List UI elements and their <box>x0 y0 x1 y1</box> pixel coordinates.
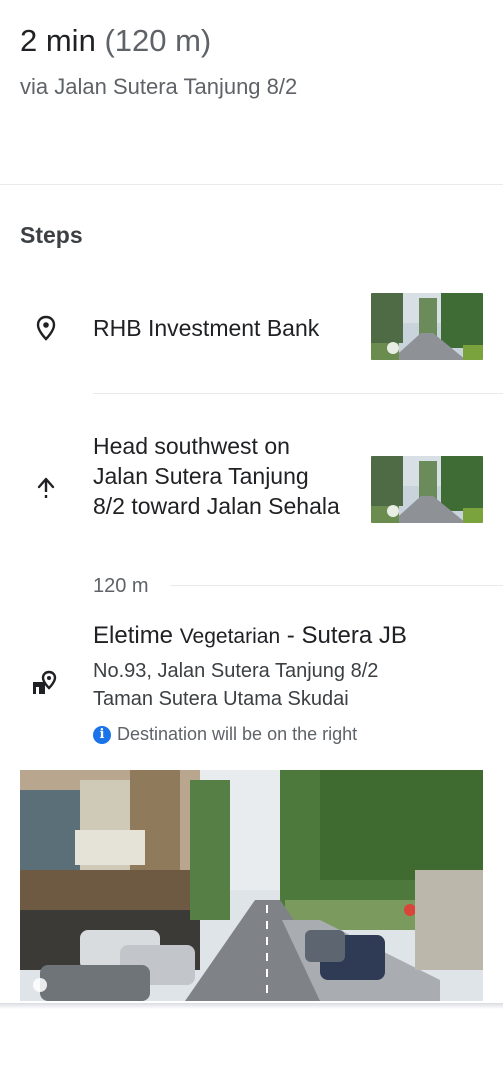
street-view-thumbnail[interactable] <box>371 293 483 360</box>
destination-note: i Destination will be on the right <box>93 724 357 745</box>
divider <box>93 393 503 394</box>
route-summary: 2 min (120 m) via Jalan Sutera Tanjung 8… <box>20 22 297 100</box>
step-instruction[interactable]: Head southwest on Jalan Sutera Tanjung 8… <box>93 431 343 521</box>
destination-name-part: Eletime <box>93 622 174 649</box>
route-via: via Jalan Sutera Tanjung 8/2 <box>20 74 298 99</box>
destination-flag-icon <box>31 670 61 701</box>
destination-name-part: - Sutera JB <box>286 622 407 649</box>
arrow-up-icon <box>37 477 55 508</box>
street-view-thumbnail[interactable] <box>371 456 483 523</box>
address-line: No.93, Jalan Sutera Tanjung 8/2 <box>93 660 379 682</box>
bottom-sheet-edge <box>0 1003 503 1009</box>
destination-address: No.93, Jalan Sutera Tanjung 8/2 Taman Su… <box>93 657 378 713</box>
destination-note-text: Destination will be on the right <box>117 724 358 744</box>
info-icon: i <box>93 725 111 744</box>
address-line: Taman Sutera Utama Skudai <box>93 688 349 710</box>
step-distance: 120 m <box>93 575 149 597</box>
steps-heading: Steps <box>20 222 83 248</box>
distance-value: (120 m) <box>104 23 212 58</box>
route-duration: 2 min (120 m) <box>20 22 297 60</box>
duration-value: 2 min <box>20 23 96 58</box>
divider <box>0 184 503 185</box>
location-pin-icon <box>34 315 58 346</box>
street-view-image[interactable] <box>20 770 483 1001</box>
step-origin-label[interactable]: RHB Investment Bank <box>93 313 319 343</box>
destination-name-part: Vegetarian <box>179 625 281 648</box>
divider <box>170 585 503 586</box>
destination-name[interactable]: Eletime Vegetarian - Sutera JB <box>93 622 407 650</box>
